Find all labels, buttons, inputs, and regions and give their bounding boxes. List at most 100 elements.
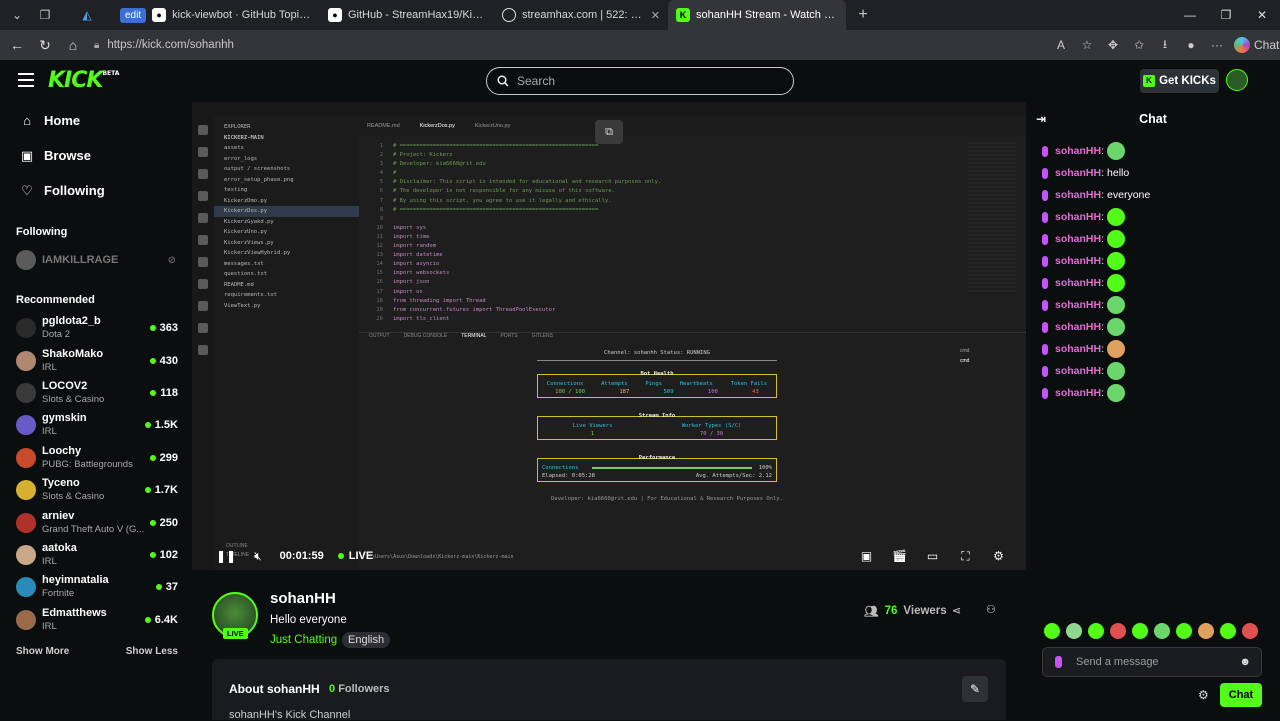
chat-username[interactable]: sohanHH xyxy=(1055,189,1101,201)
recommended-channel[interactable]: aatoka IRL 102 xyxy=(0,539,192,571)
menu-icon[interactable] xyxy=(18,73,34,87)
home-browser-icon[interactable]: ⌂ xyxy=(60,32,86,58)
chat-username[interactable]: sohanHH xyxy=(1055,343,1101,355)
copilot-button[interactable]: Chat xyxy=(1234,37,1279,53)
chat-username[interactable]: sohanHH xyxy=(1055,365,1101,377)
new-tab-icon[interactable]: + xyxy=(852,4,874,26)
settings-gear-icon[interactable]: ⚙ xyxy=(991,549,1006,563)
url-field[interactable]: 🔒︎ https://kick.com/sohanhh xyxy=(94,39,234,51)
explorer-file: output / screenshots xyxy=(224,166,291,172)
send-chat-button[interactable]: Chat xyxy=(1220,683,1262,707)
emote-icon[interactable] xyxy=(1044,623,1060,639)
stream-category[interactable]: Just Chatting xyxy=(270,634,337,646)
recommended-channel[interactable]: arniev Grand Theft Auto V (G... 250 xyxy=(0,506,192,538)
get-kicks-button[interactable]: K Get KICKs xyxy=(1140,69,1219,93)
chat-colon: : xyxy=(1101,299,1105,311)
reload-icon[interactable]: ↻ xyxy=(32,32,58,58)
recommended-channel[interactable]: Loochy PUBG: Battlegrounds 299 xyxy=(0,442,192,474)
pinned-tab-icon[interactable]: ◭ xyxy=(76,4,98,26)
browser-tab-3[interactable]: streamhax.com | 522: Connection t ✕ xyxy=(494,0,668,30)
workspaces-icon[interactable]: ❐ xyxy=(34,4,56,26)
chat-badge-icon xyxy=(1042,211,1048,223)
emote-icon[interactable] xyxy=(1154,623,1170,639)
edit-pencil-icon[interactable]: ✎ xyxy=(962,676,988,702)
chat-input[interactable]: Send a message ☻ xyxy=(1042,647,1262,677)
recommended-channel[interactable]: pgldota2_b Dota 2 363 xyxy=(0,312,192,344)
browser-tab-2[interactable]: ● GitHub - StreamHax19/Kick-Views xyxy=(320,0,494,30)
chat-message: sohanHH: xyxy=(1042,250,1272,272)
chat-username[interactable]: sohanHH xyxy=(1055,167,1101,179)
chat-username[interactable]: sohanHH xyxy=(1055,277,1101,289)
recommended-channel[interactable]: Edmatthews IRL 6.4K xyxy=(0,604,192,636)
chat-username[interactable]: sohanHH xyxy=(1055,321,1101,333)
extensions-icon[interactable]: ✥ xyxy=(1104,38,1122,52)
chat-username[interactable]: sohanHH xyxy=(1055,145,1101,157)
recommended-channel[interactable]: gymskin IRL 1.5K xyxy=(0,409,192,441)
picture-in-picture-icon[interactable]: ⧉ xyxy=(595,120,623,144)
maximize-icon[interactable]: ❐ xyxy=(1208,0,1244,30)
clip-icon[interactable]: 🎬︎ xyxy=(892,549,907,563)
emote-icon[interactable] xyxy=(1198,623,1214,639)
recommended-channel[interactable]: Tyceno Slots & Casino 1.7K xyxy=(0,474,192,506)
browser-tab-4[interactable]: K sohanHH Stream - Watch Live on K xyxy=(668,0,846,30)
sidebar-item-following[interactable]: ♡ Following xyxy=(0,173,192,208)
browser-tab-1[interactable]: edit ● kick-viewbot · GitHub Topics · Gi… xyxy=(112,0,320,30)
emoji-icon[interactable]: ☻ xyxy=(1239,656,1251,668)
muted-volume-icon[interactable]: 🔇︎ xyxy=(254,549,262,564)
miniplayer-icon[interactable]: ▣ xyxy=(859,549,874,563)
following-item[interactable]: IAMKILLRAGE ⊘ xyxy=(0,246,192,274)
emote-icon[interactable] xyxy=(1132,623,1148,639)
close-tab-icon[interactable]: ✕ xyxy=(651,9,660,22)
downloads-icon[interactable]: ⭳ xyxy=(1156,35,1174,56)
show-less-button[interactable]: Show Less xyxy=(126,646,178,657)
emote-icon[interactable] xyxy=(1242,623,1258,639)
emote-icon[interactable] xyxy=(1110,623,1126,639)
back-icon[interactable]: ← xyxy=(4,32,30,58)
video-player[interactable]: EXPLORER KICKERZ-MAIN assets error_logs ou… xyxy=(192,102,1026,570)
fullscreen-icon[interactable]: ⛶ xyxy=(958,549,973,563)
close-window-icon[interactable]: ✕ xyxy=(1244,0,1280,30)
code-line: 11 import time xyxy=(367,233,969,242)
emote-icon[interactable] xyxy=(1066,623,1082,639)
vscode-explorer: EXPLORER KICKERZ-MAIN assets error_logs ou… xyxy=(214,116,359,570)
user-avatar[interactable] xyxy=(1226,69,1248,91)
search-input[interactable]: Search xyxy=(486,67,794,95)
streamer-name[interactable]: sohanHH xyxy=(270,590,336,607)
emote-icon[interactable] xyxy=(1088,623,1104,639)
profile-icon[interactable]: ● xyxy=(1182,38,1200,52)
pause-icon[interactable]: ❚❚ xyxy=(216,549,236,563)
sidebar-item-browse[interactable]: ▣ Browse xyxy=(0,138,192,173)
explorer-file: testing xyxy=(224,187,248,193)
recommended-channel[interactable]: heyimnatalia Fortnite 37 xyxy=(0,571,192,603)
minimize-icon[interactable]: — xyxy=(1172,0,1208,30)
chat-username[interactable]: sohanHH xyxy=(1055,299,1101,311)
recommended-channel[interactable]: LOCOV2 Slots & Casino 118 xyxy=(0,377,192,409)
chat-username[interactable]: sohanHH xyxy=(1055,233,1101,245)
theater-mode-icon[interactable]: ▭ xyxy=(925,549,940,563)
recommended-channel[interactable]: ShakoMako IRL 430 xyxy=(0,344,192,376)
explorer-file: KickerzDos.py xyxy=(214,206,359,217)
kick-logo[interactable]: KICKBETA xyxy=(48,68,119,93)
channel-info: pgldota2_b Dota 2 xyxy=(42,315,101,341)
more-menu-icon[interactable]: ··· xyxy=(1208,38,1226,52)
emote-icon[interactable] xyxy=(1176,623,1192,639)
emote-icon[interactable] xyxy=(1220,623,1236,639)
favorite-star-icon[interactable]: ☆ xyxy=(1078,38,1096,52)
viewer-count: 250 xyxy=(149,517,178,529)
share-icon[interactable]: ⋖ xyxy=(952,604,961,617)
show-more-button[interactable]: Show More xyxy=(16,646,69,657)
chat-settings-icon[interactable]: ⚙ xyxy=(1198,688,1209,702)
tab-list-icon[interactable]: ⌄ xyxy=(6,4,28,26)
read-aloud-icon[interactable]: A xyxy=(1052,38,1070,52)
chat-username[interactable]: sohanHH xyxy=(1055,211,1101,223)
collapse-chat-icon[interactable]: ⇥ xyxy=(1036,112,1046,126)
sidebar-item-home[interactable]: ⌂ Home xyxy=(0,103,192,138)
avatar xyxy=(16,577,36,598)
user-settings-icon[interactable]: ⚇ xyxy=(986,603,996,616)
stream-tag[interactable]: English xyxy=(342,632,391,648)
chat-username[interactable]: sohanHH xyxy=(1055,255,1101,267)
chat-username[interactable]: sohanHH xyxy=(1055,387,1101,399)
terminal-channel-line: Channel: sohanhh Status: RUNNING xyxy=(537,350,777,361)
favorites-icon[interactable]: ✩ xyxy=(1130,38,1148,52)
live-badge: LIVE xyxy=(223,628,248,639)
